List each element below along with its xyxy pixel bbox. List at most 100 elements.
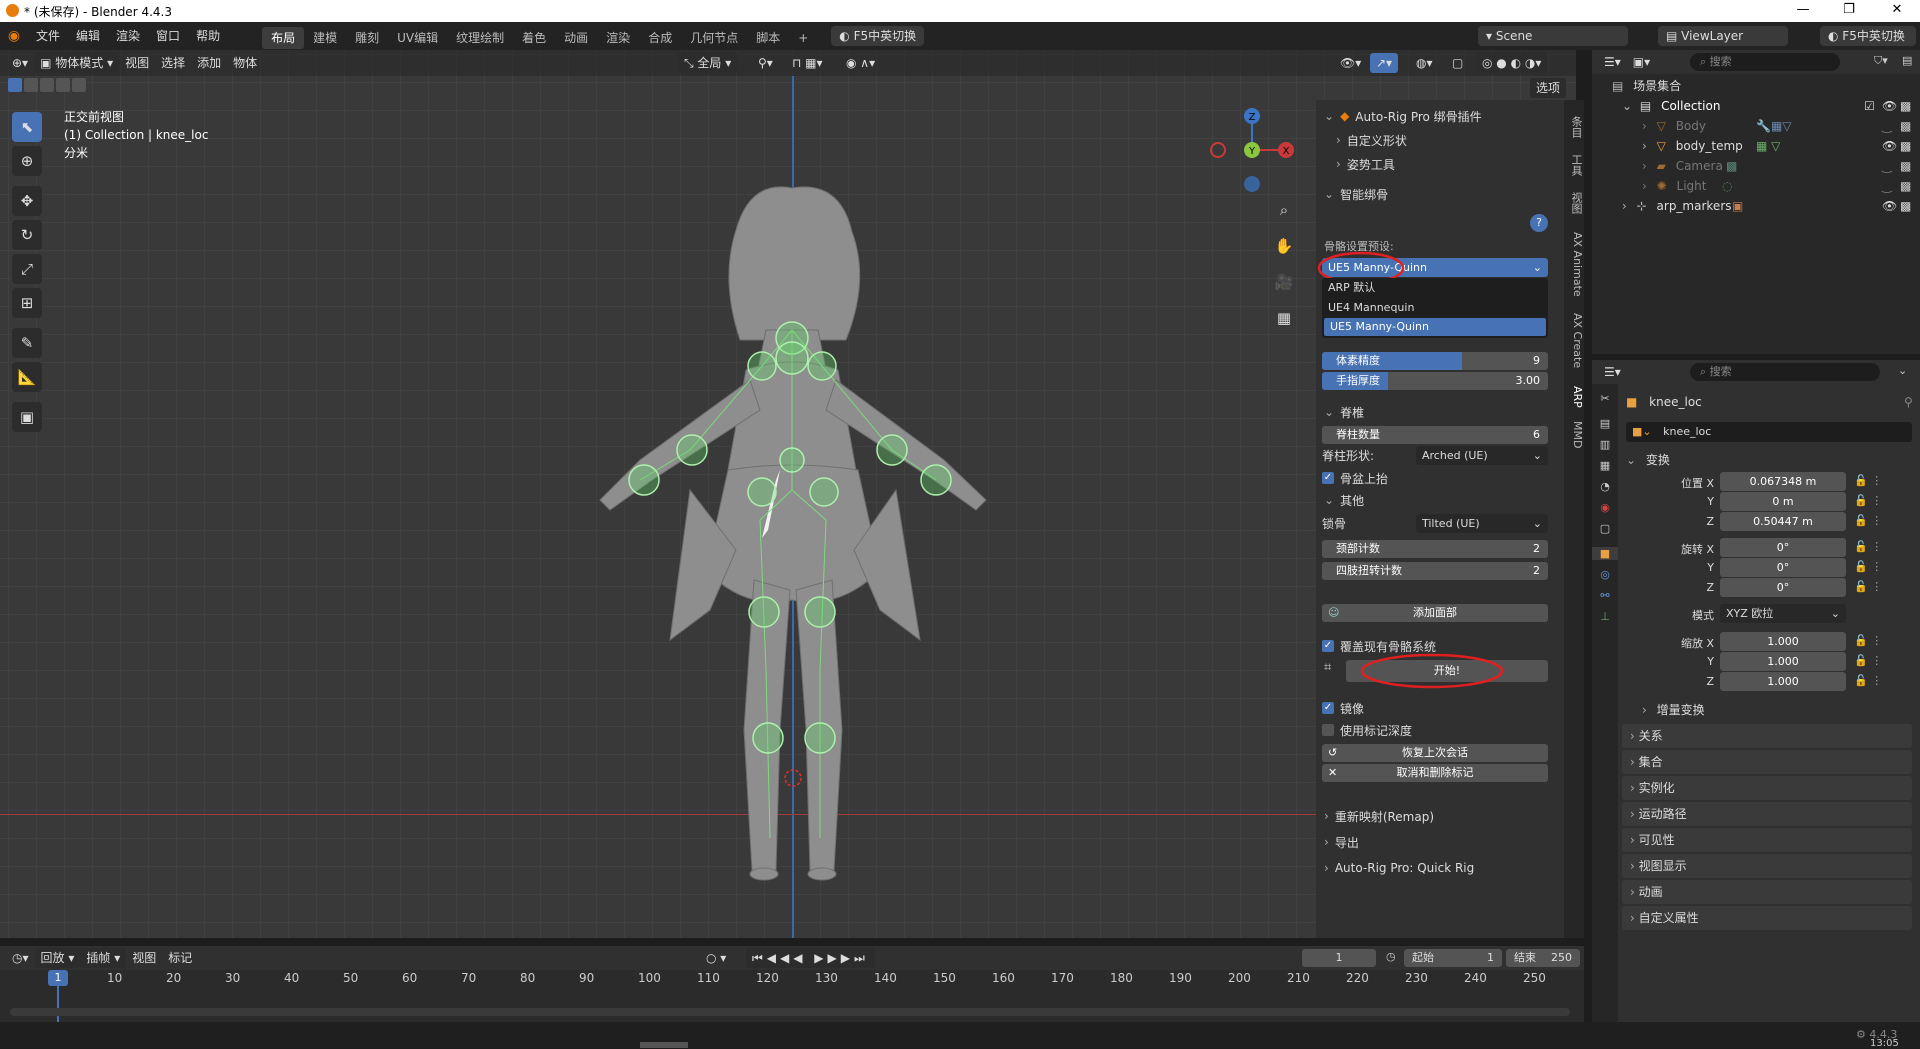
section-collections[interactable]: › 集合 [1622,750,1912,774]
pivot-icon[interactable]: ⚲▾ [752,53,779,73]
tab-view[interactable]: 视图 [1564,188,1584,218]
measure-tool-icon[interactable]: 📐 [12,362,42,392]
section-viewport-display[interactable]: › 视图显示 [1622,854,1912,878]
menu-object[interactable]: 物体 [227,53,263,73]
start-frame-field[interactable]: 起始 1 [1404,949,1502,967]
rotation-z-field[interactable]: 0° [1720,578,1846,597]
outliner-row-body[interactable]: › ▽ Body 🔧▦▽ ‿ ▩ [1592,116,1920,136]
restore-session-button[interactable]: ↺ 恢复上次会话 [1322,744,1548,762]
tab-texture-paint[interactable]: 纹理绘制 [447,27,513,49]
lock-icon[interactable]: 🔓 ⋮ [1854,580,1882,593]
smart-rig-header[interactable]: ⌄ 智能绑骨 [1316,184,1564,204]
add-face-button[interactable]: ☺ 添加面部 [1322,604,1548,622]
location-y-field[interactable]: 0 m [1720,492,1846,511]
tool-tab-icon[interactable]: ✂ [1592,392,1618,405]
camera-icon[interactable]: ▩ [1900,96,1911,116]
camera-view-icon[interactable]: 🎥 [1270,268,1298,296]
snap-icon[interactable]: ⊓ ▦▾ [786,53,829,73]
rotation-mode-dropdown[interactable]: XYZ 欧拉 ⌄ [1720,604,1846,623]
playback-controls[interactable]: ⏮◀◀◀ ▶▶▶⏭ [746,948,875,968]
visibility-icon[interactable]: 👁▾ [1334,53,1367,73]
transform-tool-icon[interactable]: ⊞ [12,288,42,318]
lock-icon[interactable]: 🔓 ⋮ [1854,474,1882,487]
collection-tab-icon[interactable]: ▢ [1592,522,1618,535]
menu-add[interactable]: 添加 [191,53,227,73]
rotation-y-field[interactable]: 0° [1720,558,1846,577]
end-frame-field[interactable]: 结束 250 [1506,949,1580,967]
camera-icon[interactable]: ▩ [1900,176,1911,196]
pelvis-up-checkbox[interactable]: ✓ 骨盆上抬 [1316,468,1564,488]
camera-icon[interactable]: ▩ [1900,136,1911,156]
cancel-markers-button[interactable]: ✕ 取消和删除标记 [1322,764,1548,782]
ime-toggle-button[interactable]: ◐ F5中英切换 [831,26,925,46]
preset-option-ue4[interactable]: UE4 Mannequin [1322,298,1548,318]
display-mode-icon[interactable]: ▣▾ [1627,52,1656,72]
shading-modes[interactable]: ◎ ● ◐ ◑▾ [1476,53,1548,73]
lock-icon[interactable]: 🔓 ⋮ [1854,634,1882,647]
blender-menu-icon[interactable]: ◉ [0,28,28,44]
preset-option-ue5[interactable]: UE5 Manny-Quinn [1324,318,1546,336]
eye-icon[interactable]: 👁 [1882,196,1897,216]
cursor-tool-icon[interactable]: ⊕ [12,146,42,176]
output-tab-icon[interactable]: ▥ [1592,438,1618,451]
chevron-down-icon[interactable]: ⌄ [1898,364,1907,377]
outliner-row-arp-markers[interactable]: › ⊹ arp_markers ▣ 👁 ▩ [1592,196,1920,216]
eye-icon[interactable]: 👁 [1882,96,1897,116]
render-tab-icon[interactable]: ▤ [1592,417,1618,430]
eye-closed-icon[interactable]: ‿ [1882,156,1892,176]
delta-transform-row[interactable]: › 增量变换 [1642,700,1920,720]
select-box-tool-icon[interactable]: ⬉ [12,112,42,142]
timeline-ruler[interactable]: 1 10 20 30 40 50 60 70 80 90 100 110 120 130 140 150 16… [0,970,1584,1022]
zoom-icon[interactable]: ⌕ [1270,196,1298,224]
xray-icon[interactable]: ▢ [1446,53,1469,73]
scale-z-field[interactable]: 1.000 [1720,672,1846,691]
outliner-row-light[interactable]: › ✺ Light ◌ ‿ ▩ [1592,176,1920,196]
orientation-selector[interactable]: ⤡ 全局 ▾ [678,53,738,73]
ime-toggle-right-button[interactable]: ◐ F5中英切换 [1820,26,1916,46]
lock-icon[interactable]: 🔓 ⋮ [1854,654,1882,667]
marker-depth-checkbox[interactable]: 使用标记深度 [1316,720,1564,740]
tab-sculpting[interactable]: 雕刻 [346,27,388,49]
section-visibility[interactable]: › 可见性 [1622,828,1912,852]
rotate-tool-icon[interactable]: ↻ [12,220,42,250]
data-tab-icon[interactable]: ⊥ [1592,610,1618,623]
tab-shading[interactable]: 着色 [513,27,555,49]
spine-count-field[interactable]: 脊柱数量 6 [1322,426,1548,444]
spine-shape-dropdown[interactable]: Arched (UE) ⌄ [1416,446,1548,465]
quick-rig-section[interactable]: › Auto-Rig Pro: Quick Rig [1316,858,1564,878]
tab-item[interactable]: 条目 [1564,112,1584,142]
menu-select[interactable]: 选择 [155,53,191,73]
outliner-row-collection[interactable]: ⌄ ▤ Collection ☑ 👁 ▩ [1592,96,1920,116]
clavicle-dropdown[interactable]: Tilted (UE) ⌄ [1416,514,1548,533]
tab-ax-animate[interactable]: AX Animate [1564,226,1584,302]
section-motion-paths[interactable]: › 运动路径 [1622,802,1912,826]
camera-icon[interactable]: ▩ [1900,116,1911,136]
preset-option-arp-default[interactable]: ARP 默认 [1322,278,1548,298]
close-button[interactable]: ✕ [1874,0,1920,22]
limb-twist-field[interactable]: 四肢扭转计数 2 [1322,562,1548,580]
tab-rendering[interactable]: 渲染 [597,27,639,49]
add-cube-tool-icon[interactable]: ▣ [12,402,42,432]
neck-count-field[interactable]: 颈部计数 2 [1322,540,1548,558]
location-z-field[interactable]: 0.50447 m [1720,512,1846,531]
scale-tool-icon[interactable]: ⤢ [12,254,42,284]
viewlayer-selector[interactable]: ▤ ViewLayer [1658,26,1788,46]
finger-thickness-slider[interactable]: 手指厚度 3.00 [1322,372,1548,390]
constraints-tab-icon[interactable]: ⚯ [1592,589,1618,602]
outliner-row-camera[interactable]: › ▰ Camera ▩ ‿ ▩ [1592,156,1920,176]
character-model[interactable] [540,170,1060,890]
menu-view[interactable]: 视图 [119,53,155,73]
filter-icon[interactable]: ⛉▾ [1874,54,1888,68]
options-button[interactable]: 选项 [1530,78,1567,98]
ortho-grid-icon[interactable]: ▦ [1270,304,1298,332]
view-layer-tab-icon[interactable]: ▦ [1592,459,1618,472]
mode-selector[interactable]: ▣ 物体模式 ▾ [34,53,120,73]
add-workspace-button[interactable]: + [789,27,817,49]
clock-icon[interactable]: ◷ [1386,950,1396,963]
custom-shapes-row[interactable]: › 自定义形状 [1316,130,1564,150]
tab-geometry-nodes[interactable]: 几何节点 [681,27,747,49]
select-extend-icon[interactable] [24,78,38,92]
tab-arp[interactable]: ARP [1564,382,1584,412]
keying-menu[interactable]: 插帧 ▾ [80,948,127,968]
maximize-button[interactable]: ❐ [1826,0,1872,22]
